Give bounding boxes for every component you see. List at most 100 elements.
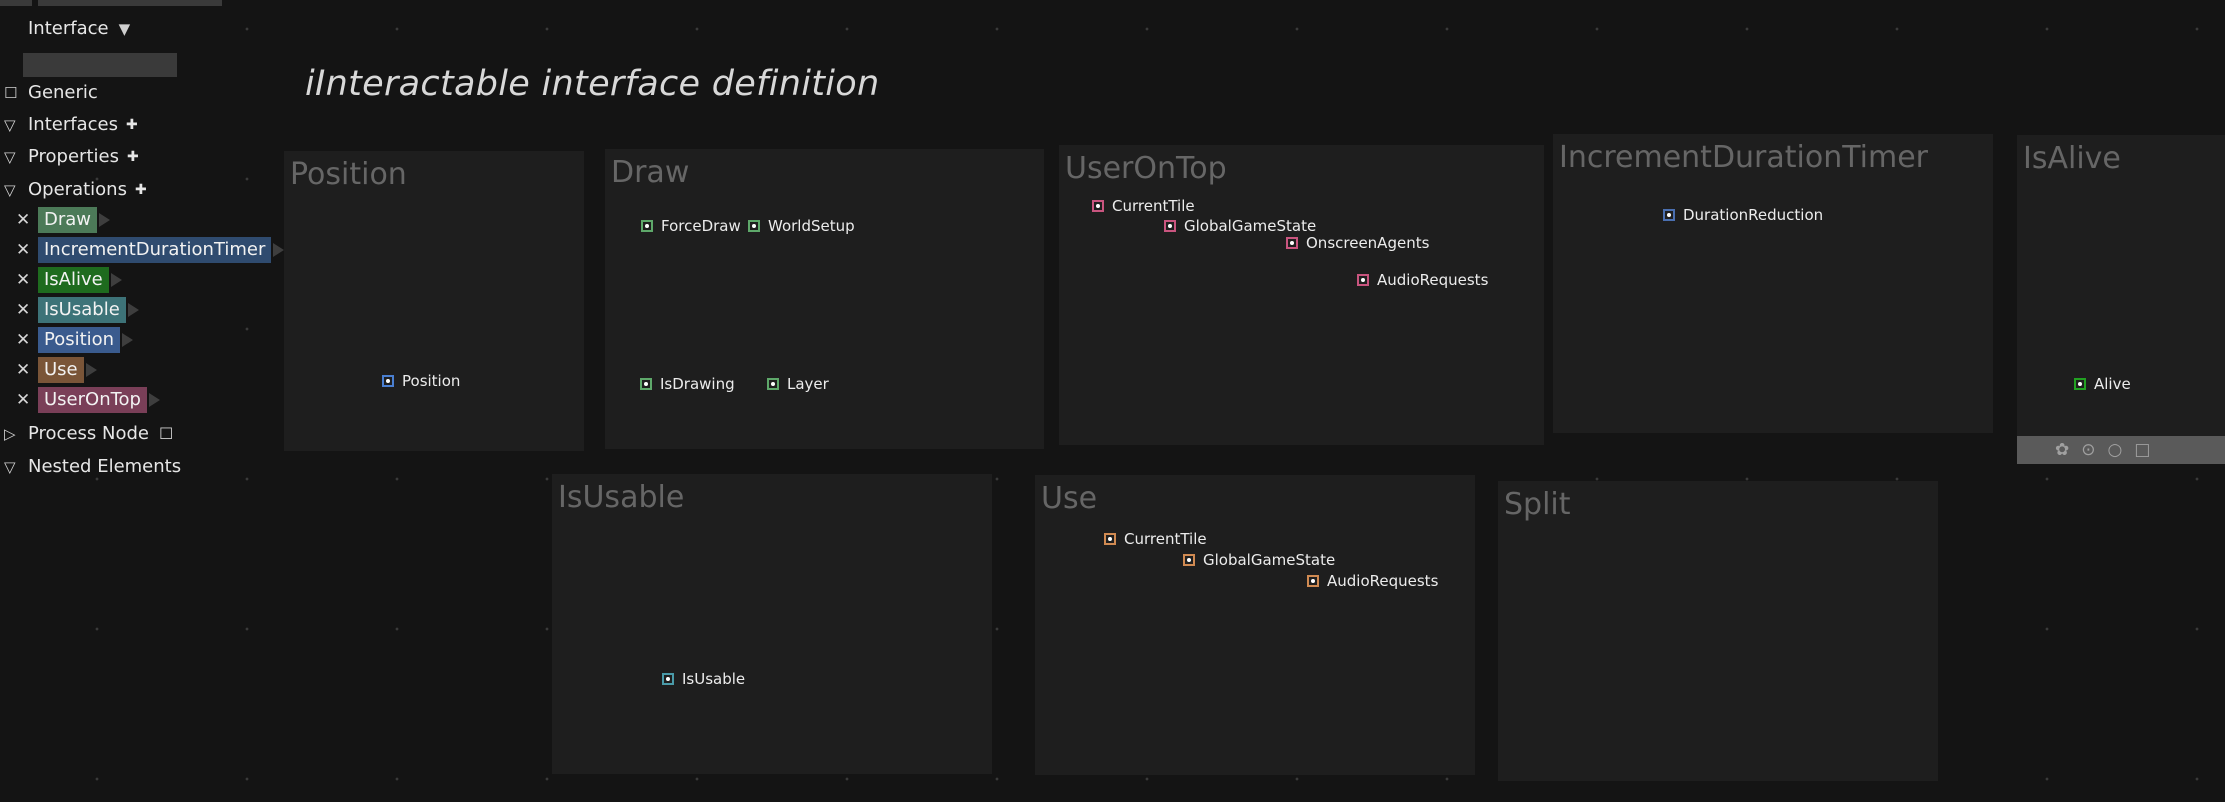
- collapse-icon[interactable]: ▽: [4, 116, 28, 134]
- port-global-game-state[interactable]: GlobalGameState: [1183, 551, 1335, 569]
- port-pin-icon[interactable]: [662, 673, 674, 685]
- port-is-drawing[interactable]: IsDrawing: [640, 375, 735, 393]
- sidebar-operations[interactable]: ▽ Operations ✚: [4, 179, 147, 200]
- port-pin-icon[interactable]: [1183, 554, 1195, 566]
- expand-arrow-icon[interactable]: [85, 363, 97, 377]
- remove-icon[interactable]: ✕: [16, 300, 38, 320]
- port-global-game-state[interactable]: GlobalGameState: [1164, 217, 1316, 235]
- port-pin-icon[interactable]: [1164, 220, 1176, 232]
- operation-item[interactable]: ✕ IsUsable: [16, 297, 139, 323]
- port-world-setup[interactable]: WorldSetup: [748, 217, 855, 235]
- panel-draw[interactable]: Draw ForceDraw WorldSetup IsDrawing Laye…: [605, 149, 1044, 449]
- operation-item[interactable]: ✕ IsAlive: [16, 267, 122, 293]
- port-audio-requests[interactable]: AudioRequests: [1357, 271, 1488, 289]
- panel-title: IsUsable: [558, 480, 685, 515]
- sidebar-properties[interactable]: ▽ Properties ✚: [4, 146, 139, 167]
- panel-user-on-top[interactable]: UserOnTop CurrentTile GlobalGameState On…: [1059, 145, 1544, 445]
- panel-is-usable[interactable]: IsUsable IsUsable: [552, 474, 992, 774]
- operation-chip[interactable]: UserOnTop: [38, 387, 147, 413]
- checkbox-icon[interactable]: ☐: [4, 84, 28, 102]
- panel-split[interactable]: Split: [1498, 481, 1938, 781]
- port-pin-icon[interactable]: [1357, 274, 1369, 286]
- port-current-tile[interactable]: CurrentTile: [1092, 197, 1195, 215]
- port-layer[interactable]: Layer: [767, 375, 829, 393]
- port-force-draw[interactable]: ForceDraw: [641, 217, 741, 235]
- expand-arrow-icon[interactable]: [127, 303, 139, 317]
- operation-chip[interactable]: IsAlive: [38, 267, 109, 293]
- operation-chip[interactable]: Position: [38, 327, 121, 353]
- port-pin-icon[interactable]: [767, 378, 779, 390]
- square-icon[interactable]: □: [2134, 440, 2150, 460]
- port-pin-icon[interactable]: [382, 375, 394, 387]
- port-pin-icon[interactable]: [1092, 200, 1104, 212]
- remove-icon[interactable]: ✕: [16, 210, 38, 230]
- operation-chip[interactable]: IncrementDurationTimer: [38, 237, 272, 263]
- expand-arrow-icon[interactable]: [122, 333, 134, 347]
- circle-icon[interactable]: ○: [2108, 440, 2123, 460]
- checkbox-icon[interactable]: ☐: [159, 424, 173, 443]
- panel-increment-duration-timer[interactable]: IncrementDurationTimer DurationReduction: [1553, 134, 1993, 433]
- add-property-icon[interactable]: ✚: [127, 149, 139, 165]
- port-pin-icon[interactable]: [1104, 533, 1116, 545]
- expand-arrow-icon[interactable]: [99, 213, 111, 227]
- port-pin-icon[interactable]: [748, 220, 760, 232]
- camera-icon[interactable]: ⊙: [2081, 440, 2095, 460]
- operation-item[interactable]: ✕ Position: [16, 327, 134, 353]
- port-is-usable[interactable]: IsUsable: [662, 670, 745, 688]
- panel-is-alive[interactable]: IsAlive Alive: [2017, 135, 2225, 436]
- expand-arrow-icon[interactable]: [110, 273, 122, 287]
- collapse-icon[interactable]: ▽: [4, 181, 28, 199]
- operation-chip[interactable]: IsUsable: [38, 297, 126, 323]
- remove-icon[interactable]: ✕: [16, 330, 38, 350]
- remove-icon[interactable]: ✕: [16, 390, 38, 410]
- interface-name-input[interactable]: [23, 53, 177, 77]
- port-label: CurrentTile: [1124, 530, 1207, 548]
- operation-item[interactable]: ✕ UserOnTop: [16, 387, 160, 413]
- port-pin-icon[interactable]: [1307, 575, 1319, 587]
- sidebar-process-node[interactable]: ▷ Process Node ☐: [4, 423, 173, 444]
- operation-chip[interactable]: Use: [38, 357, 84, 383]
- port-current-tile[interactable]: CurrentTile: [1104, 530, 1207, 548]
- panel-title: Split: [1504, 487, 1571, 522]
- port-pin-icon[interactable]: [641, 220, 653, 232]
- page-title: iInteractable interface definition: [305, 64, 880, 104]
- panel-toolbar: ✿ ⊙ ○ □: [2017, 436, 2225, 464]
- port-alive[interactable]: Alive: [2074, 375, 2131, 393]
- top-bar-left: [0, 0, 32, 6]
- top-bar-tab[interactable]: [38, 0, 222, 6]
- sidebar-generic[interactable]: ☐ Generic: [4, 82, 98, 103]
- remove-icon[interactable]: ✕: [16, 360, 38, 380]
- collapse-icon[interactable]: ▽: [4, 458, 28, 476]
- operations-label: Operations: [28, 179, 127, 200]
- port-label: OnscreenAgents: [1306, 234, 1430, 252]
- expand-arrow-icon[interactable]: [148, 393, 160, 407]
- port-pin-icon[interactable]: [2074, 378, 2086, 390]
- panel-position[interactable]: Position Position: [284, 151, 584, 451]
- add-operation-icon[interactable]: ✚: [135, 182, 147, 198]
- operation-item[interactable]: ✕ Use: [16, 357, 97, 383]
- remove-icon[interactable]: ✕: [16, 270, 38, 290]
- sidebar-nested-elements[interactable]: ▽ Nested Elements: [4, 456, 181, 477]
- expand-icon[interactable]: ▷: [4, 425, 28, 443]
- operation-item[interactable]: ✕ IncrementDurationTimer: [16, 237, 285, 263]
- remove-icon[interactable]: ✕: [16, 240, 38, 260]
- port-label: GlobalGameState: [1203, 551, 1336, 569]
- port-pin-icon[interactable]: [640, 378, 652, 390]
- interface-dropdown[interactable]: Interface ▼: [28, 18, 130, 39]
- port-onscreen-agents[interactable]: OnscreenAgents: [1286, 234, 1429, 252]
- palette-icon[interactable]: ✿: [2055, 440, 2069, 460]
- collapse-icon[interactable]: ▽: [4, 148, 28, 166]
- add-interface-icon[interactable]: ✚: [126, 117, 138, 133]
- panel-title: IncrementDurationTimer: [1559, 140, 1928, 175]
- sidebar-interfaces[interactable]: ▽ Interfaces ✚: [4, 114, 138, 135]
- expand-arrow-icon[interactable]: [273, 243, 285, 257]
- port-duration-reduction[interactable]: DurationReduction: [1663, 206, 1823, 224]
- operation-item[interactable]: ✕ Draw: [16, 207, 111, 233]
- operation-chip[interactable]: Draw: [38, 207, 98, 233]
- port-audio-requests[interactable]: AudioRequests: [1307, 572, 1438, 590]
- port-pin-icon[interactable]: [1286, 237, 1298, 249]
- panel-use[interactable]: Use CurrentTile GlobalGameState AudioReq…: [1035, 475, 1475, 775]
- panel-title: Use: [1041, 481, 1098, 516]
- port-position[interactable]: Position: [382, 372, 460, 390]
- port-pin-icon[interactable]: [1663, 209, 1675, 221]
